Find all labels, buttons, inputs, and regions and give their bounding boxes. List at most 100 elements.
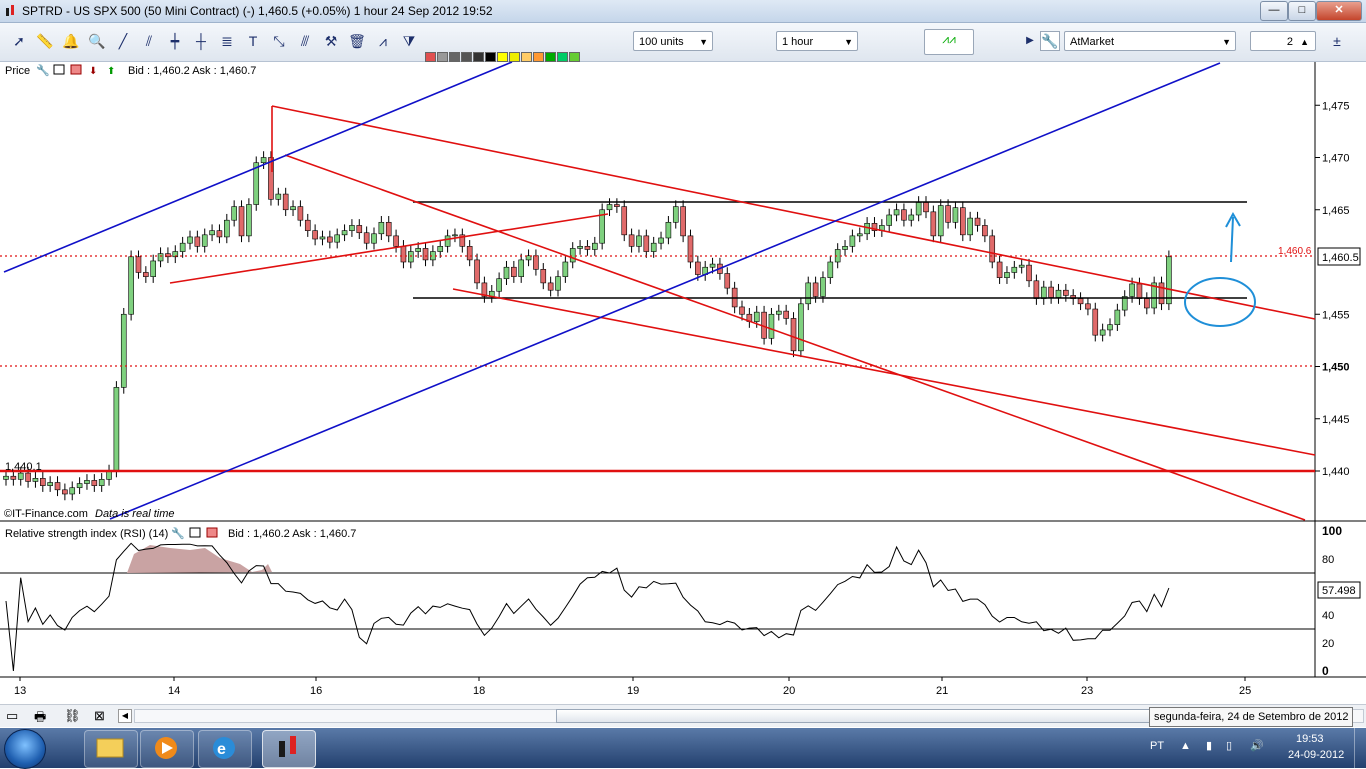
- media-player-taskbar-icon[interactable]: [140, 730, 194, 768]
- chain-icon[interactable]: ⛓: [64, 708, 81, 724]
- wrench-icon[interactable]: 🔧: [1040, 31, 1060, 51]
- text-tool-icon[interactable]: T: [244, 32, 262, 50]
- alarm-icon[interactable]: 🔔: [62, 32, 80, 50]
- price-chart[interactable]: 1,475 1,470 1,465 1,455 1,450 1,445 1,440 Pric…: [0, 61, 1366, 702]
- scroll-thumb[interactable]: [556, 709, 1158, 723]
- quantity-stepper[interactable]: 2 ▲: [1250, 31, 1316, 51]
- tools-icon[interactable]: ⚒: [322, 32, 340, 50]
- arrows-icon[interactable]: ⤡: [270, 32, 288, 50]
- plus-minus-icon[interactable]: ±: [1328, 32, 1346, 50]
- realtime-note: Data is real time: [95, 508, 174, 520]
- candle-body: [356, 225, 363, 234]
- ruler-icon[interactable]: 📏: [36, 32, 54, 50]
- rsi-close-icon[interactable]: [206, 527, 218, 538]
- candle-body: [577, 246, 583, 249]
- trash-icon[interactable]: 🗑: [348, 32, 366, 50]
- candle-body: [128, 256, 134, 315]
- candle-body: [407, 251, 414, 263]
- channel-icon[interactable]: ⫽: [140, 32, 158, 50]
- rsi-y-tick-label: 80: [1322, 554, 1334, 566]
- candle-body: [187, 236, 193, 244]
- candle-body: [893, 209, 900, 216]
- candle-body: [415, 248, 421, 252]
- clock-date[interactable]: 24-09-2012: [1288, 749, 1344, 761]
- pointer-icon[interactable]: ➚: [10, 32, 28, 50]
- order-type-select[interactable]: AtMarket ▼: [1064, 31, 1236, 51]
- candle-body: [511, 266, 517, 277]
- y-tick-label: 1,465: [1322, 205, 1350, 217]
- candle-body: [945, 205, 951, 223]
- wrench-icon[interactable]: 🔧: [36, 63, 50, 77]
- show-desktop-button[interactable]: [1354, 728, 1366, 768]
- tray-arrow-icon[interactable]: ▲: [1180, 740, 1191, 752]
- candle-body: [937, 205, 944, 237]
- language-indicator[interactable]: PT: [1150, 740, 1164, 752]
- download-icon[interactable]: ⬇: [89, 66, 97, 77]
- collapse-icon[interactable]: ⊠: [94, 708, 105, 724]
- rsi-wrench-icon[interactable]: 🔧: [171, 526, 185, 540]
- start-button[interactable]: [4, 729, 46, 769]
- candle-body: [17, 472, 24, 480]
- indicators-icon[interactable]: ⩘⩘: [924, 29, 974, 55]
- candle-body: [437, 246, 444, 252]
- fan-icon[interactable]: ⫻: [296, 32, 314, 50]
- trendline-icon[interactable]: ╱: [114, 32, 132, 50]
- print-icon[interactable]: 🖶: [34, 708, 46, 730]
- minimize-button[interactable]: —: [1260, 1, 1288, 21]
- rsi-bid-ask: Bid : 1,460.2 Ask : 1,460.7: [228, 528, 356, 540]
- maximize-button[interactable]: □: [1288, 1, 1316, 21]
- candle-body: [32, 478, 39, 482]
- trading-app-taskbar-icon[interactable]: [262, 730, 316, 768]
- candle-body: [1018, 264, 1025, 268]
- candle-body: [614, 204, 620, 207]
- scroll-left-button[interactable]: ◀: [118, 709, 132, 723]
- candle-body: [1114, 309, 1121, 326]
- pattern-icon[interactable]: ⩘: [374, 32, 392, 50]
- candle-body: [201, 234, 208, 247]
- close-button[interactable]: ✕: [1316, 1, 1362, 21]
- y-tick-label: 1,455: [1322, 309, 1350, 321]
- candle-body: [709, 263, 716, 268]
- candle-body: [695, 261, 701, 275]
- candle-body: [915, 202, 922, 216]
- window-icon[interactable]: [53, 64, 65, 75]
- tray-battery-icon[interactable]: ▯: [1226, 739, 1232, 752]
- candle-body: [650, 242, 657, 252]
- zoom-icon[interactable]: 🔍: [88, 32, 106, 50]
- candle-body: [775, 310, 782, 315]
- copyright-text: ©IT-Finance.com: [4, 508, 88, 520]
- expand-arrow-icon[interactable]: ▶: [1024, 32, 1036, 50]
- candle-body: [1107, 324, 1113, 331]
- timeframe-select[interactable]: 1 hour ▼: [776, 31, 858, 51]
- svg-text:e: e: [217, 741, 226, 758]
- drawing-style-icon[interactable]: ⧩: [400, 32, 418, 50]
- candle-body: [1011, 266, 1018, 273]
- close-panel-icon[interactable]: [70, 64, 82, 75]
- explorer-taskbar-icon[interactable]: [84, 730, 138, 768]
- candle-body: [628, 234, 635, 247]
- tray-network-icon[interactable]: ▮: [1206, 739, 1212, 752]
- candle-body: [312, 230, 318, 240]
- candle-body: [393, 235, 399, 247]
- fibonacci-icon[interactable]: ≣: [218, 32, 236, 50]
- internet-explorer-taskbar-icon[interactable]: e: [198, 730, 252, 768]
- candle-body: [91, 480, 98, 486]
- upload-icon[interactable]: ⬆: [107, 66, 115, 77]
- candle-body: [319, 236, 326, 240]
- rsi-window-icon[interactable]: [189, 527, 201, 538]
- vertical-line-icon[interactable]: ┼: [192, 32, 210, 50]
- candle-body: [275, 193, 282, 200]
- candle-body: [569, 248, 576, 263]
- tray-volume-icon[interactable]: 🔊: [1250, 739, 1264, 752]
- candle-body: [790, 318, 797, 352]
- y-tick-label: 1,470: [1322, 153, 1350, 165]
- horizontal-line-icon[interactable]: ┿: [166, 32, 184, 50]
- units-select[interactable]: 100 units ▼: [633, 31, 713, 51]
- layout-icon[interactable]: ▭: [6, 708, 18, 724]
- y-tick-label: 1,450: [1322, 362, 1350, 374]
- candle-body: [739, 306, 745, 315]
- candle-body: [1055, 289, 1062, 298]
- candle-body: [533, 255, 539, 270]
- candle-body: [349, 225, 355, 231]
- clock-time[interactable]: 19:53: [1296, 733, 1324, 745]
